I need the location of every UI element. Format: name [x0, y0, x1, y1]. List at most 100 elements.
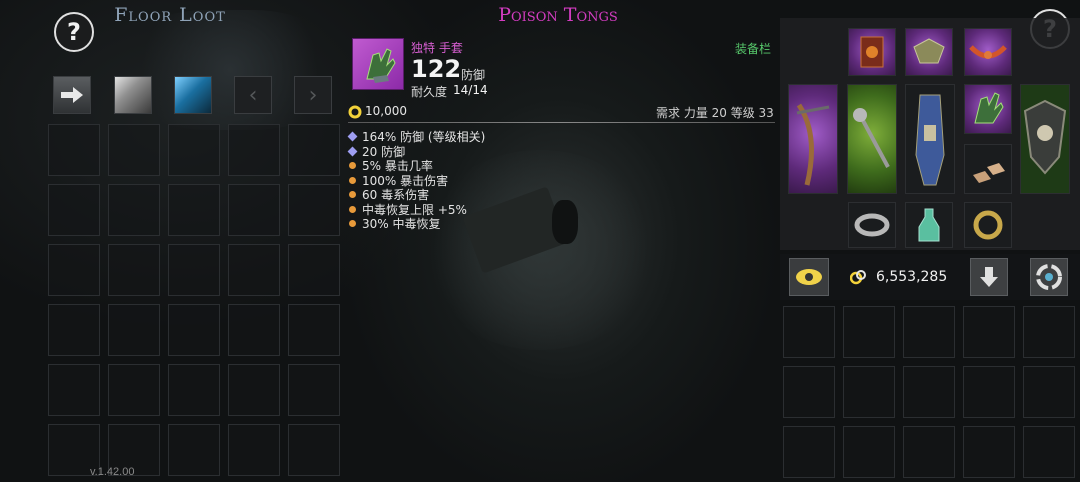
floor-loot-slot[interactable]	[288, 124, 340, 176]
floor-loot-slot[interactable]	[288, 244, 340, 296]
dot-bullet-icon	[349, 176, 356, 184]
inventory-slot[interactable]	[903, 426, 955, 478]
potion-slot[interactable]	[905, 202, 953, 248]
cycle-button[interactable]	[1030, 258, 1068, 296]
item-defense-value: 122	[411, 55, 462, 83]
floor-loot-slot[interactable]	[168, 424, 220, 476]
rare-filter-button[interactable]	[174, 76, 212, 114]
item-rarity: 独特 手套	[411, 41, 463, 55]
floor-loot-slot[interactable]	[168, 304, 220, 356]
inventory-slot[interactable]	[843, 426, 895, 478]
inspect-button[interactable]	[789, 258, 829, 296]
floor-loot-slot[interactable]	[168, 124, 220, 176]
gold-coin-icon	[348, 105, 362, 119]
diamond-bullet-icon	[347, 146, 358, 156]
mace-staff-icon	[853, 108, 890, 168]
inventory-slot[interactable]	[783, 306, 835, 358]
floor-loot-slot[interactable]	[288, 364, 340, 416]
floor-loot-slot[interactable]	[108, 244, 160, 296]
gold-amount: 6,553,285	[876, 269, 948, 285]
floor-loot-slot[interactable]	[228, 364, 280, 416]
floor-loot-slot[interactable]	[168, 244, 220, 296]
inventory-slot[interactable]	[963, 366, 1015, 418]
item-attribute: 30% 中毒恢复	[349, 215, 441, 232]
eye-icon	[796, 269, 822, 285]
spellbook-icon	[860, 36, 884, 68]
boots-slot[interactable]	[964, 144, 1012, 194]
ring-right-slot[interactable]	[964, 202, 1012, 248]
floor-loot-slot[interactable]	[288, 184, 340, 236]
floor-loot-slot[interactable]	[288, 424, 340, 476]
floor-loot-slot[interactable]	[228, 304, 280, 356]
inventory-slot[interactable]	[783, 426, 835, 478]
item-attribute-text: 30% 中毒恢复	[362, 217, 441, 231]
crossbow-slot[interactable]	[788, 84, 838, 194]
floor-loot-slot[interactable]	[108, 304, 160, 356]
floor-loot-slot[interactable]	[288, 304, 340, 356]
item-defense-label: 防御	[461, 68, 486, 82]
floor-loot-slot[interactable]	[48, 184, 100, 236]
chevron-left-icon: ‹	[248, 82, 258, 108]
item-durability-value: 14/14	[453, 83, 488, 97]
helmet-slot[interactable]	[905, 28, 953, 76]
inventory-slot[interactable]	[963, 426, 1015, 478]
dot-bullet-icon	[349, 162, 356, 169]
boots-icon	[973, 163, 1005, 183]
robe-armor-icon	[915, 94, 945, 186]
floor-loot-slot[interactable]	[228, 244, 280, 296]
arrow-right-icon	[61, 87, 83, 103]
gold-coins-icon	[850, 270, 866, 285]
inventory-slot[interactable]	[963, 306, 1015, 358]
floor-loot-slot[interactable]	[108, 184, 160, 236]
item-gloves-icon	[352, 38, 404, 90]
inventory-slot[interactable]	[1023, 426, 1075, 478]
prev-page-button[interactable]: ‹	[234, 76, 272, 114]
floor-loot-title: Floor Loot	[114, 4, 226, 26]
inventory-slot[interactable]	[903, 306, 955, 358]
version-label: v.1.42.00	[90, 466, 135, 478]
ring-left-slot[interactable]	[848, 202, 896, 248]
floor-loot-slot[interactable]	[228, 424, 280, 476]
floor-loot-slot[interactable]	[168, 364, 220, 416]
floor-loot-slot[interactable]	[48, 244, 100, 296]
inventory-slot[interactable]	[843, 366, 895, 418]
equip-slot-label: 装备栏	[735, 42, 772, 56]
floor-loot-slot[interactable]	[48, 304, 100, 356]
inventory-slot[interactable]	[783, 366, 835, 418]
spellbook-slot[interactable]	[848, 28, 896, 76]
inventory-slot[interactable]	[843, 306, 895, 358]
inventory-slot[interactable]	[1023, 366, 1075, 418]
arrow-down-icon	[980, 267, 998, 287]
staff-slot[interactable]	[847, 84, 897, 194]
common-filter-button[interactable]	[114, 76, 152, 114]
floor-loot-slot[interactable]	[48, 124, 100, 176]
ring-icon	[973, 210, 1003, 240]
next-page-button[interactable]: ›	[294, 76, 332, 114]
armor-slot[interactable]	[905, 84, 955, 194]
scene-player-figure	[552, 200, 578, 244]
winged-helmet-icon	[913, 38, 945, 64]
dot-bullet-icon	[349, 191, 356, 198]
crossbow-icon	[796, 103, 830, 186]
cycle-icon	[1036, 264, 1062, 290]
item-requirements: 需求 力量 20 等级 33	[656, 106, 774, 120]
shield-slot[interactable]	[1020, 84, 1070, 194]
gloves-slot[interactable]	[964, 84, 1012, 134]
sort-down-button[interactable]	[970, 258, 1008, 296]
amulet-slot[interactable]	[964, 28, 1012, 76]
inventory-slot[interactable]	[1023, 306, 1075, 358]
floor-loot-slot[interactable]	[228, 184, 280, 236]
floor-loot-slot[interactable]	[108, 124, 160, 176]
chevron-right-icon: ›	[308, 82, 318, 108]
diamond-bullet-icon	[347, 131, 358, 142]
floor-loot-slot[interactable]	[228, 124, 280, 176]
skull-shield-icon	[1023, 99, 1067, 175]
potion-icon	[918, 208, 940, 242]
transfer-all-button[interactable]	[53, 76, 91, 114]
floor-loot-slot[interactable]	[168, 184, 220, 236]
item-price: 10,000	[365, 104, 407, 118]
floor-loot-slot[interactable]	[108, 364, 160, 416]
tooltip-divider	[348, 122, 775, 123]
inventory-slot[interactable]	[903, 366, 955, 418]
floor-loot-slot[interactable]	[48, 364, 100, 416]
